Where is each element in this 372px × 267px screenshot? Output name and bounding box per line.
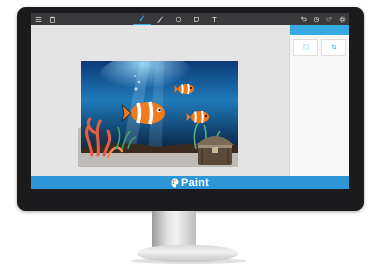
text-tool-button[interactable]: [205, 13, 223, 25]
settings-icon: [339, 16, 346, 22]
crop-icon: [331, 44, 336, 50]
panel-tools: [290, 39, 349, 56]
text-icon: [211, 16, 217, 22]
stickers-tool-button[interactable]: [187, 13, 205, 25]
panel-title: [290, 25, 349, 35]
brand-name: Paint: [181, 176, 209, 189]
shape-3d-icon: [175, 16, 181, 22]
app-window: Paint: [31, 13, 349, 189]
select-tool-button[interactable]: [293, 39, 318, 56]
bubble: [134, 87, 138, 91]
top-toolbar: [31, 13, 349, 25]
side-panel: [289, 25, 349, 176]
aquarium-image[interactable]: [78, 61, 238, 167]
brand-banner: Paint: [31, 176, 349, 189]
settings-button[interactable]: [336, 13, 349, 25]
brand-logo: Paint: [171, 177, 209, 189]
undo-button[interactable]: [297, 13, 310, 25]
history-button[interactable]: [310, 13, 323, 25]
paste-icon: [49, 16, 55, 23]
paint-palette-icon: [171, 178, 179, 187]
menu-icon: [35, 16, 41, 22]
bubble: [134, 75, 136, 77]
stickers-icon: [193, 16, 199, 22]
monitor-stand-base: [137, 245, 238, 262]
brushes-tool-button[interactable]: [133, 13, 151, 25]
menu-button[interactable]: [31, 13, 45, 25]
bubble: [137, 80, 141, 84]
redo-button[interactable]: [323, 13, 336, 25]
undo-icon: [300, 15, 307, 21]
crop-tool-button[interactable]: [321, 39, 346, 56]
select-icon: [303, 44, 308, 50]
brush-icon: [139, 15, 144, 22]
3d-shapes-tool-button[interactable]: [169, 13, 187, 25]
pen-icon: [156, 15, 163, 23]
pen-tool-button[interactable]: [151, 13, 169, 25]
paste-button[interactable]: [45, 13, 59, 25]
history-icon: [313, 16, 320, 22]
redo-icon: [326, 15, 333, 21]
